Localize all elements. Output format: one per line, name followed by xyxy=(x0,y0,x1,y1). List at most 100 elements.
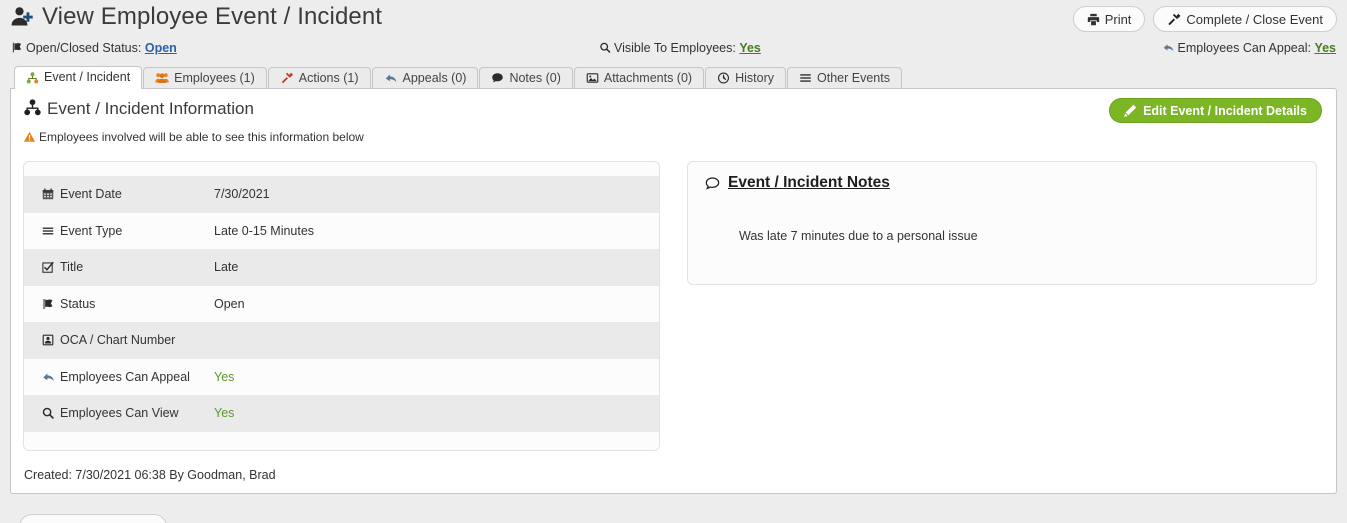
reply-icon xyxy=(384,72,398,84)
user-add-icon xyxy=(10,6,36,27)
comment-icon xyxy=(704,176,721,191)
open-closed-status-value[interactable]: Open xyxy=(145,41,177,55)
tab-label: History xyxy=(735,70,774,85)
printer-icon xyxy=(1087,13,1100,26)
row-value: Yes xyxy=(214,369,235,384)
page-header: View Employee Event / Incident Print Com… xyxy=(0,0,1347,40)
app-root: View Employee Event / Incident Print Com… xyxy=(0,0,1347,523)
row-value-cell: Yes xyxy=(214,395,659,432)
edit-event-incident-details-button[interactable]: Edit Event / Incident Details xyxy=(1109,98,1322,123)
sitemap-icon xyxy=(26,71,39,84)
main-panel: Event / Incident Information Edit Event … xyxy=(10,88,1337,494)
row-value: Late xyxy=(214,260,239,275)
employees-can-appeal-value[interactable]: Yes xyxy=(1314,41,1336,55)
comment-icon xyxy=(491,72,504,84)
warning-triangle-icon xyxy=(23,131,36,143)
reply-icon xyxy=(42,371,56,383)
row-label-cell: Title xyxy=(24,249,214,286)
edit-button-label: Edit Event / Incident Details xyxy=(1143,103,1307,118)
list-icon xyxy=(42,225,56,237)
visible-to-employees-label: Visible To Employees: xyxy=(614,41,736,55)
tab-label: Other Events xyxy=(817,70,890,85)
tab-label: Event / Incident xyxy=(44,70,131,85)
complete-close-event-button[interactable]: Complete / Close Event xyxy=(1153,6,1337,32)
row-value-cell: Yes xyxy=(214,359,659,396)
tab-label: Notes (0) xyxy=(509,70,561,85)
row-label: Employees Can Appeal xyxy=(60,369,190,384)
open-closed-status-label: Open/Closed Status: xyxy=(26,41,142,55)
section-title-text: Event / Incident Information xyxy=(47,99,254,118)
employees-can-appeal-label: Employees Can Appeal: xyxy=(1177,41,1311,55)
row-value: Late 0-15 Minutes xyxy=(214,223,315,238)
attachment-icon xyxy=(586,72,599,84)
bottom-partial-button[interactable] xyxy=(19,514,167,523)
tab-event-incident[interactable]: Event / Incident xyxy=(14,66,143,89)
pencil-icon xyxy=(1124,104,1137,117)
row-label: Event Date xyxy=(60,187,122,202)
row-label: Employees Can View xyxy=(60,406,179,421)
users-icon xyxy=(155,72,169,84)
event-info-card: Event Date 7/30/2021 Event Type Late 0-1… xyxy=(23,161,660,451)
row-label: OCA / Chart Number xyxy=(60,333,176,348)
section-header: Event / Incident Information Edit Event … xyxy=(23,98,1324,123)
row-value: Open xyxy=(214,296,245,311)
table-row: Title Late xyxy=(24,249,659,286)
status-strip: Open/Closed Status: Open Visible To Empl… xyxy=(0,40,1347,62)
flag-icon xyxy=(11,42,23,53)
row-label-cell: Employees Can Appeal xyxy=(24,359,214,396)
tab-label: Attachments (0) xyxy=(603,70,693,85)
warning-message: Employees involved will be able to see t… xyxy=(23,130,1324,144)
row-label-cell: Event Type xyxy=(24,213,214,250)
row-value: Yes xyxy=(214,406,235,421)
id-card-icon xyxy=(42,334,56,346)
row-label-cell: Event Date xyxy=(24,176,214,213)
open-closed-status: Open/Closed Status: Open xyxy=(11,41,177,55)
header-actions: Print Complete / Close Event xyxy=(1072,6,1337,32)
event-info-table: Event Date 7/30/2021 Event Type Late 0-1… xyxy=(24,176,659,432)
row-label: Title xyxy=(60,260,84,275)
visible-to-employees-value[interactable]: Yes xyxy=(739,41,761,55)
tab-employees[interactable]: Employees (1) xyxy=(143,67,267,88)
row-value: 7/30/2021 xyxy=(214,187,270,202)
tab-appeals[interactable]: Appeals (0) xyxy=(371,67,479,88)
row-label-cell: Status xyxy=(24,286,214,323)
print-button-label: Print xyxy=(1104,11,1132,27)
row-value-cell xyxy=(214,322,659,359)
row-label-cell: Employees Can View xyxy=(24,395,214,432)
reply-icon xyxy=(1162,42,1175,53)
table-row: OCA / Chart Number xyxy=(24,322,659,359)
tab-attachments[interactable]: Attachments (0) xyxy=(573,67,705,88)
employees-can-appeal-status: Employees Can Appeal: Yes xyxy=(1162,41,1336,55)
sitemap-icon xyxy=(23,99,42,116)
print-button[interactable]: Print xyxy=(1072,6,1146,32)
tab-actions[interactable]: Actions (1) xyxy=(267,67,371,88)
tab-other-events[interactable]: Other Events xyxy=(787,67,902,88)
row-value-cell: 7/30/2021 xyxy=(214,176,659,213)
tab-label: Actions (1) xyxy=(298,70,359,85)
notes-title[interactable]: Event / Incident Notes xyxy=(704,174,890,192)
row-label: Status xyxy=(60,296,96,311)
tab-history[interactable]: History xyxy=(705,67,786,88)
table-row: Status Open xyxy=(24,286,659,323)
table-row: Employees Can Appeal Yes xyxy=(24,359,659,396)
flag-icon xyxy=(42,298,56,310)
gavel-icon xyxy=(280,72,294,84)
search-icon xyxy=(599,42,611,53)
check-square-icon xyxy=(42,261,56,274)
tab-bar: Event / Incident Employees (1) Actions (… xyxy=(10,66,1337,89)
gavel-icon xyxy=(1167,13,1181,26)
tab-notes[interactable]: Notes (0) xyxy=(479,67,573,88)
table-row: Event Date 7/30/2021 xyxy=(24,176,659,213)
complete-close-event-label: Complete / Close Event xyxy=(1186,11,1323,27)
row-value-cell: Late 0-15 Minutes xyxy=(214,213,659,250)
warning-message-text: Employees involved will be able to see t… xyxy=(39,130,364,144)
content-columns: Event Date 7/30/2021 Event Type Late 0-1… xyxy=(23,161,1324,451)
search-icon xyxy=(42,407,56,419)
row-value-cell: Late xyxy=(214,249,659,286)
tab-label: Appeals (0) xyxy=(402,70,467,85)
tab-label: Employees (1) xyxy=(174,70,255,85)
notes-body: Was late 7 minutes due to a personal iss… xyxy=(739,228,978,243)
created-info: Created: 7/30/2021 06:38 By Goodman, Bra… xyxy=(24,468,276,482)
visible-to-employees: Visible To Employees: Yes xyxy=(599,41,761,55)
table-row: Employees Can View Yes xyxy=(24,395,659,432)
